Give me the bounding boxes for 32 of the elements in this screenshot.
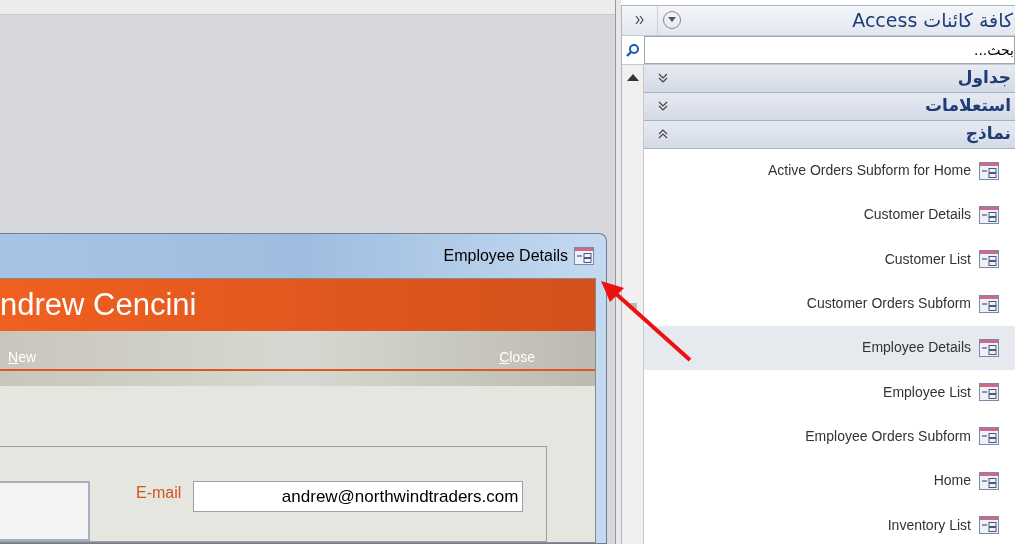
form-icon	[979, 516, 999, 534]
form-icon	[979, 383, 999, 402]
scrollbar[interactable]	[622, 64, 644, 544]
form-icon	[979, 471, 999, 490]
form-icon	[979, 250, 999, 269]
group-header[interactable]: استعلامات	[644, 92, 1015, 121]
caret-icon	[668, 17, 676, 24]
scroll-up-icon[interactable]	[626, 72, 639, 81]
group-label: نماذج	[965, 122, 1011, 146]
form-icon	[574, 247, 594, 265]
search-icon[interactable]	[626, 42, 640, 57]
form-icon	[979, 161, 999, 180]
expand-icon[interactable]	[658, 100, 668, 112]
nav-item[interactable]: Employee Details	[644, 325, 1015, 370]
group-header[interactable]: نماذج	[644, 120, 1015, 149]
group-header[interactable]: جداول	[644, 64, 1015, 93]
pane-title: كافة كائنات Access	[852, 8, 1014, 33]
expand-icon[interactable]	[658, 72, 668, 84]
form-icon	[979, 427, 999, 446]
group-label: استعلامات	[925, 94, 1011, 118]
double-chevron-icon	[634, 15, 645, 26]
grip-icon	[628, 302, 637, 309]
form-icon	[979, 205, 999, 224]
form-icon	[979, 294, 999, 313]
field-label: E-mail	[136, 483, 182, 503]
group-label: جداول	[957, 66, 1011, 90]
employee-name: ndrew Cencini	[0, 285, 197, 324]
window-title: Employee Details	[443, 246, 568, 266]
search-field[interactable]: بحث...	[644, 35, 1015, 64]
email-field[interactable]: andrew@northwindtraders.com	[193, 481, 524, 512]
collapse-icon[interactable]	[658, 128, 668, 140]
form-icon	[979, 338, 999, 357]
